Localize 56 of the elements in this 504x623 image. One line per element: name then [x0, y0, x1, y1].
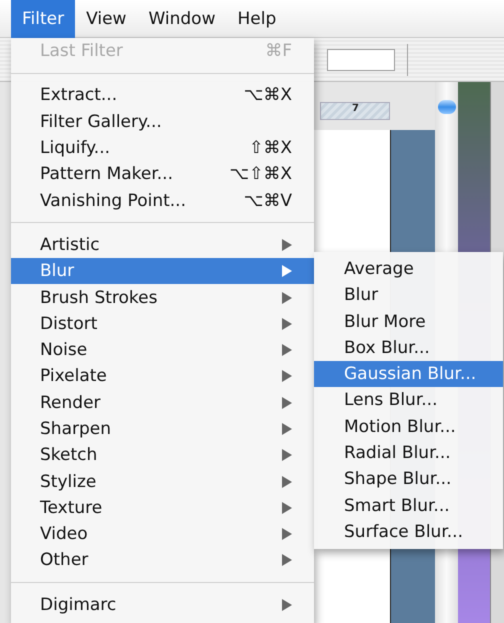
menu-item[interactable]: Radial Blur...: [314, 440, 503, 466]
menu-item[interactable]: Blur More: [314, 308, 503, 335]
menu-item[interactable]: Render: [11, 390, 314, 416]
submenu-arrow-icon: [282, 318, 292, 330]
menu-item[interactable]: Pixelate: [11, 363, 314, 390]
submenu-arrow-icon: [282, 423, 292, 435]
submenu-arrow-icon: [282, 370, 292, 382]
scroll-thumb[interactable]: [438, 100, 456, 114]
menu-item[interactable]: Vanishing Point... ⌥⌘V: [11, 187, 314, 214]
menu-item[interactable]: Brush Strokes: [11, 284, 314, 311]
shortcut-label: ⇧⌘X: [249, 138, 292, 158]
menu-item[interactable]: Box Blur...: [314, 334, 503, 362]
menu-item[interactable]: Texture: [11, 494, 314, 522]
menu-title[interactable]: Window: [137, 0, 226, 38]
menu-item[interactable]: Noise: [11, 336, 314, 364]
menu-item[interactable]: Liquify... ⇧⌘X: [11, 134, 314, 162]
menu-item[interactable]: Pattern Maker... ⌥⇧⌘X: [11, 161, 314, 188]
menu-item[interactable]: Other: [11, 547, 314, 574]
menu-item[interactable]: Video: [11, 521, 314, 548]
menu-item[interactable]: Distort: [11, 310, 314, 337]
menu-item[interactable]: Extract... ⌥⌘X: [11, 82, 314, 109]
menu-item[interactable]: Shape Blur...: [314, 466, 503, 493]
menu-item[interactable]: Sketch: [11, 442, 314, 468]
shortcut-label: ⌥⌘X: [244, 85, 292, 106]
menu-item[interactable]: Lens Blur...: [314, 387, 503, 414]
shortcut-label: ⌘F: [265, 41, 292, 62]
menu-title[interactable]: Filter: [11, 0, 76, 38]
submenu-arrow-icon: [282, 449, 292, 462]
submenu-arrow-icon: [282, 396, 292, 409]
shortcut-label: ⌥⌘V: [244, 190, 292, 211]
menu-item[interactable]: Blur: [314, 282, 503, 309]
menu-item[interactable]: Blur: [11, 258, 314, 284]
submenu-arrow-icon: [282, 265, 292, 278]
menu-item[interactable]: Motion Blur...: [314, 414, 503, 440]
input-field[interactable]: [327, 48, 395, 70]
submenu-arrow-icon: [282, 598, 292, 611]
menu-item[interactable]: Stylize: [11, 468, 314, 495]
menu-item[interactable]: Surface Blur...: [314, 518, 503, 546]
menu-item[interactable]: Smart Blur...: [314, 492, 503, 519]
submenu-arrow-icon: [282, 502, 292, 514]
submenu-arrow-icon: [282, 344, 292, 356]
submenu-arrow-icon: [282, 528, 292, 540]
menu-item[interactable]: Filter Gallery...: [11, 108, 314, 135]
submenu-arrow-icon: [282, 476, 292, 488]
menu-item[interactable]: Artistic: [11, 232, 314, 258]
ruler-number: 7: [352, 103, 359, 116]
shortcut-label: ⌥⇧⌘X: [230, 164, 292, 184]
menu-title[interactable]: Help: [226, 0, 288, 38]
submenu-arrow-icon: [282, 554, 292, 566]
menu-item[interactable]: Sharpen: [11, 416, 314, 442]
menu-item[interactable]: Digimarc: [11, 592, 314, 618]
menu-title[interactable]: View: [75, 0, 138, 38]
submenu-arrow-icon: [282, 292, 292, 304]
menu-item[interactable]: Gaussian Blur...: [314, 361, 503, 388]
submenu-arrow-icon: [282, 238, 292, 251]
menu-item[interactable]: Average: [314, 256, 503, 282]
